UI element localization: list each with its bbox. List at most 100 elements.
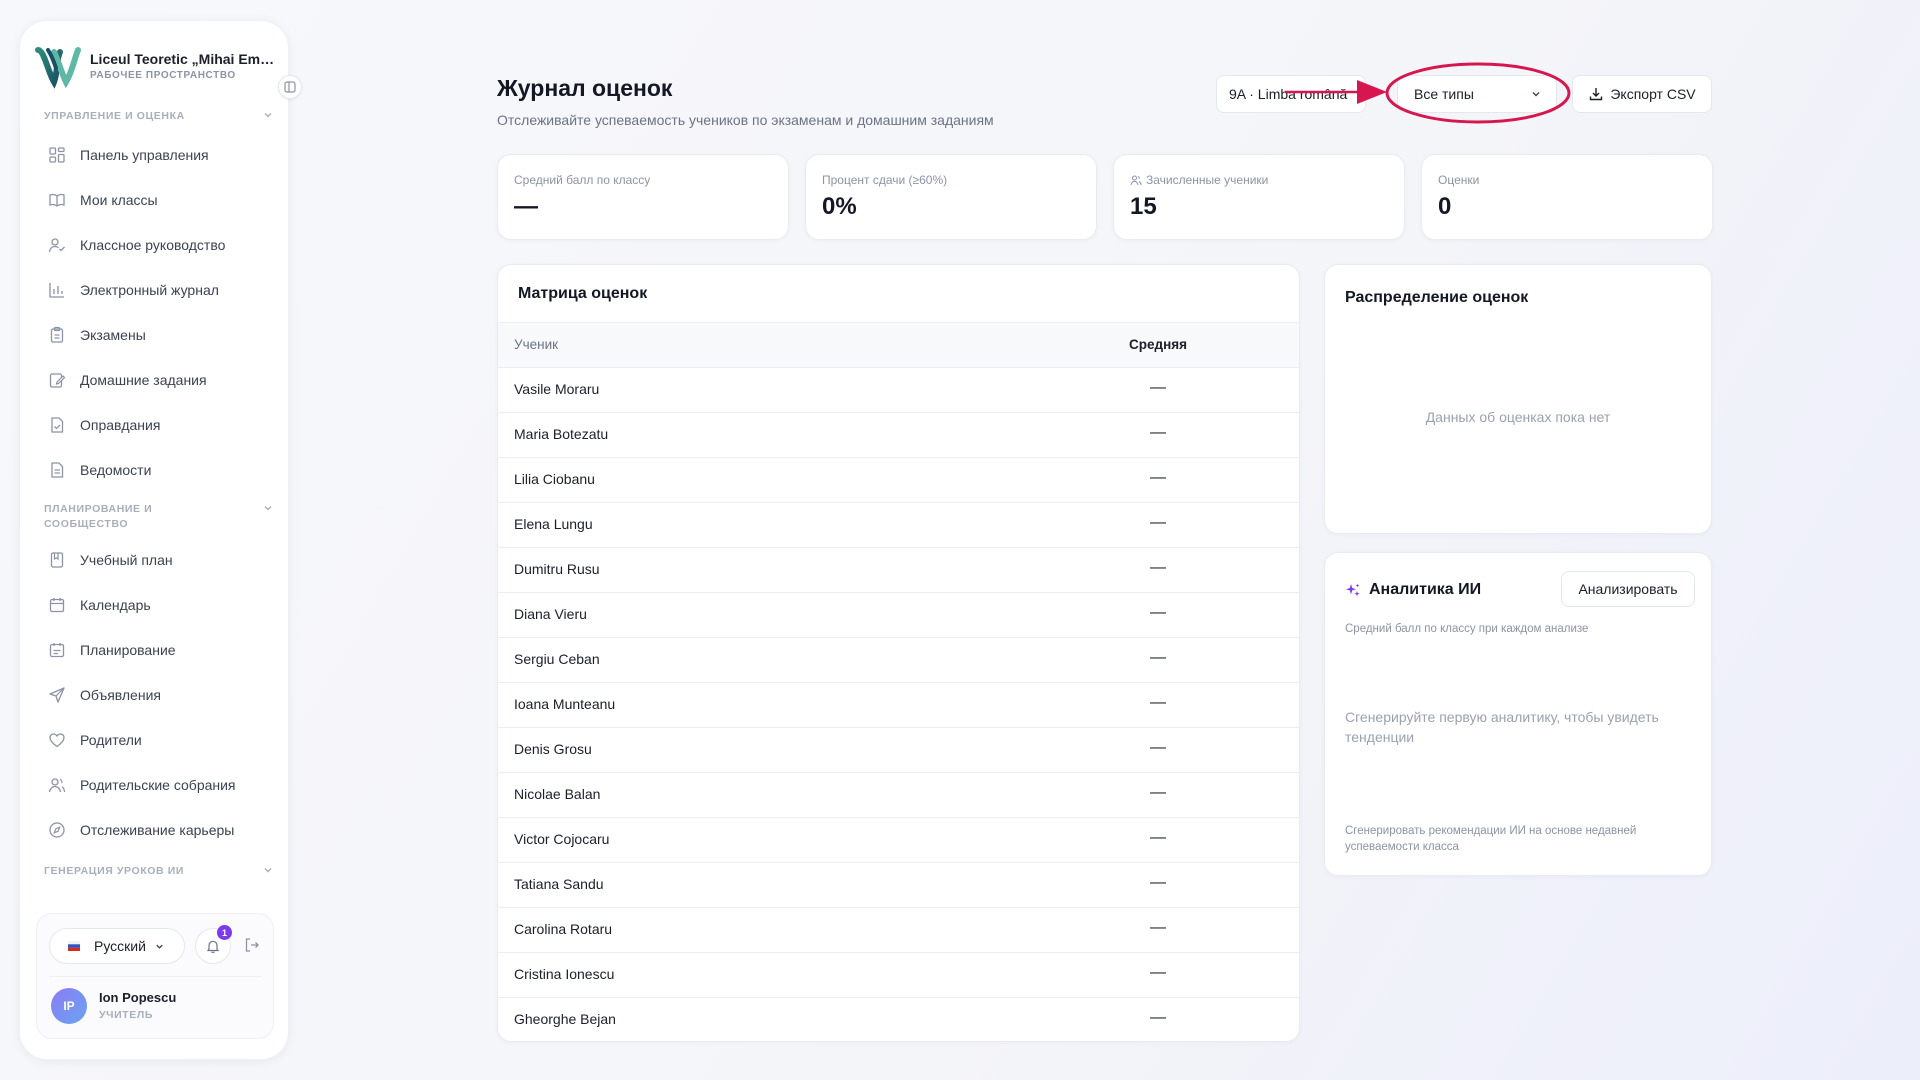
stat-value: 0% <box>822 193 857 220</box>
sidebar-item-my-classes[interactable]: Мои классы <box>48 182 273 218</box>
language-selector[interactable]: Русский <box>49 928 185 964</box>
sidebar-item-dashboard[interactable]: Панель управления <box>48 137 273 173</box>
sidebar-item-label: Родители <box>80 732 142 748</box>
sidebar-item-label: Панель управления <box>80 147 209 163</box>
stat-card-class-average: Средний балл по классу — <box>497 154 789 240</box>
distribution-empty-state: Данных об оценках пока нет <box>1425 409 1611 425</box>
sidebar-item-excuses[interactable]: Оправдания <box>48 407 273 443</box>
table-row[interactable]: Nicolae Balan — <box>498 773 1299 818</box>
stat-card-enrolled: Зачисленные ученики 15 <box>1113 154 1405 240</box>
student-name: Denis Grosu <box>514 741 592 757</box>
table-row[interactable]: Dumitru Rusu — <box>498 548 1299 593</box>
table-row[interactable]: Elena Lungu — <box>498 503 1299 548</box>
student-name: Nicolae Balan <box>514 786 601 802</box>
brand[interactable]: Liceul Teoretic „Mihai Emi... РАБОЧЕЕ ПР… <box>34 37 274 95</box>
matrix-title: Матрица оценок <box>518 285 648 302</box>
sidebar-item-parents[interactable]: Родители <box>48 722 273 758</box>
logout-icon[interactable] <box>243 936 261 954</box>
stat-label: Оценки <box>1438 173 1480 187</box>
column-header-student[interactable]: Ученик <box>514 337 558 352</box>
bar-chart-icon <box>49 283 64 298</box>
stat-card-grades: Оценки 0 <box>1421 154 1713 240</box>
student-average: — <box>1150 919 1166 936</box>
collapse-sidebar-button[interactable] <box>278 75 302 99</box>
sidebar-item-career-tracking[interactable]: Отслеживание карьеры <box>48 812 273 848</box>
calendar-list-icon <box>49 643 65 658</box>
student-average: — <box>1150 1009 1166 1026</box>
student-average: — <box>1150 424 1166 441</box>
sidebar: Liceul Teoretic „Mihai Emi... РАБОЧЕЕ ПР… <box>19 20 302 1060</box>
table-row[interactable]: Lilia Ciobanu — <box>498 458 1299 503</box>
stat-label-row: Зачисленные ученики <box>1130 173 1268 187</box>
table-row[interactable]: Victor Cojocaru — <box>498 818 1299 863</box>
student-average: — <box>1150 784 1166 801</box>
sidebar-item-announcements[interactable]: Объявления <box>48 677 273 713</box>
student-name: Victor Cojocaru <box>514 831 610 847</box>
stat-card-pass-rate: Процент сдачи (≥60%) 0% <box>805 154 1097 240</box>
type-filter-value: Все типы <box>1414 86 1474 102</box>
users-icon <box>1130 175 1142 186</box>
sidebar-item-homeroom[interactable]: Классное руководство <box>48 227 273 263</box>
student-average: — <box>1150 829 1166 846</box>
table-row[interactable]: Ioana Munteanu — <box>498 683 1299 728</box>
sidebar-item-label: Отслеживание карьеры <box>80 822 235 838</box>
student-average: — <box>1150 559 1166 576</box>
table-row[interactable]: Carolina Rotaru — <box>498 908 1299 953</box>
chevron-down-icon <box>264 113 272 118</box>
sidebar-item-curriculum[interactable]: Учебный план <box>48 542 273 578</box>
bell-icon <box>206 940 220 953</box>
sidebar-item-label: Классное руководство <box>80 237 226 253</box>
notifications-button[interactable]: 1 <box>195 925 232 964</box>
stat-value: — <box>514 193 538 220</box>
avatar[interactable]: IP <box>51 988 87 1024</box>
table-row[interactable]: Tatiana Sandu — <box>498 863 1299 908</box>
table-row[interactable]: Maria Botezatu — <box>498 413 1299 458</box>
russia-flag-icon <box>68 941 80 951</box>
student-average: — <box>1150 469 1166 486</box>
section-label-line: ПЛАНИРОВАНИЕ И <box>44 503 153 515</box>
sidebar-item-label: Календарь <box>80 597 151 613</box>
chevron-down-icon <box>264 506 272 511</box>
table-row[interactable]: Sergiu Ceban — <box>498 638 1299 683</box>
section-label: ГЕНЕРАЦИЯ УРОКОВ ИИ <box>44 865 185 877</box>
user-panel: Русский 1 IP Ion Popescu УЧИТЕЛЬ <box>36 913 274 1039</box>
stat-value: 15 <box>1130 193 1157 220</box>
analyze-button[interactable]: Анализировать <box>1561 571 1695 607</box>
notification-badge: 1 <box>217 925 232 940</box>
student-name: Elena Lungu <box>514 516 593 532</box>
sidebar-item-parent-meetings[interactable]: Родительские собрания <box>48 767 273 803</box>
table-row[interactable]: Vasile Moraru — <box>498 368 1299 413</box>
sidebar-item-exams[interactable]: Экзамены <box>48 317 273 353</box>
calendar-icon <box>49 598 65 613</box>
section-grading[interactable]: УПРАВЛЕНИЕ И ОЦЕНКА <box>44 109 274 124</box>
table-row[interactable]: Diana Vieru — <box>498 593 1299 638</box>
sidebar-item-homework[interactable]: Домашние задания <box>48 362 273 398</box>
section-planning[interactable]: ПЛАНИРОВАНИЕ И СООБЩЕСТВО <box>44 502 274 532</box>
table-row[interactable]: Gheorghe Bejan — <box>498 998 1299 1041</box>
sidebar-item-planning[interactable]: Планирование <box>48 632 273 668</box>
sidebar-item-label: Домашние задания <box>80 372 207 388</box>
sparkles-icon <box>1346 583 1360 597</box>
sidebar-item-gradebook[interactable]: Электронный журнал <box>48 272 273 308</box>
student-name: Maria Botezatu <box>514 426 609 442</box>
language-label: Русский <box>94 938 146 954</box>
sidebar-item-reports[interactable]: Ведомости <box>48 452 273 488</box>
class-select[interactable]: 9A · Limba română <box>1216 75 1366 113</box>
type-filter-select[interactable]: Все типы <box>1397 75 1557 113</box>
section-ai-lessons[interactable]: ГЕНЕРАЦИЯ УРОКОВ ИИ <box>44 864 274 879</box>
export-csv-button[interactable]: Экспорт CSV <box>1572 75 1712 113</box>
table-row[interactable]: Denis Grosu — <box>498 728 1299 773</box>
table-body: Vasile Moraru — Maria Botezatu — Lilia Cioba… <box>498 368 1299 1041</box>
student-average: — <box>1150 874 1166 891</box>
table-row[interactable]: Cristina Ionescu — <box>498 953 1299 998</box>
compass-icon <box>49 822 65 838</box>
ai-analytics-card: Аналитика ИИ Анализировать Средний балл … <box>1324 552 1712 876</box>
sidebar-item-calendar[interactable]: Календарь <box>48 587 273 623</box>
sidebar-item-label: Мои классы <box>80 192 158 208</box>
column-header-average[interactable]: Средняя <box>1098 337 1218 352</box>
section-label-line: СООБЩЕСТВО <box>44 518 129 530</box>
ai-title-row: Аналитика ИИ <box>1345 581 1481 599</box>
sidebar-item-label: Экзамены <box>80 327 146 343</box>
divider <box>49 976 261 977</box>
section-label: УПРАВЛЕНИЕ И ОЦЕНКА <box>44 110 185 122</box>
